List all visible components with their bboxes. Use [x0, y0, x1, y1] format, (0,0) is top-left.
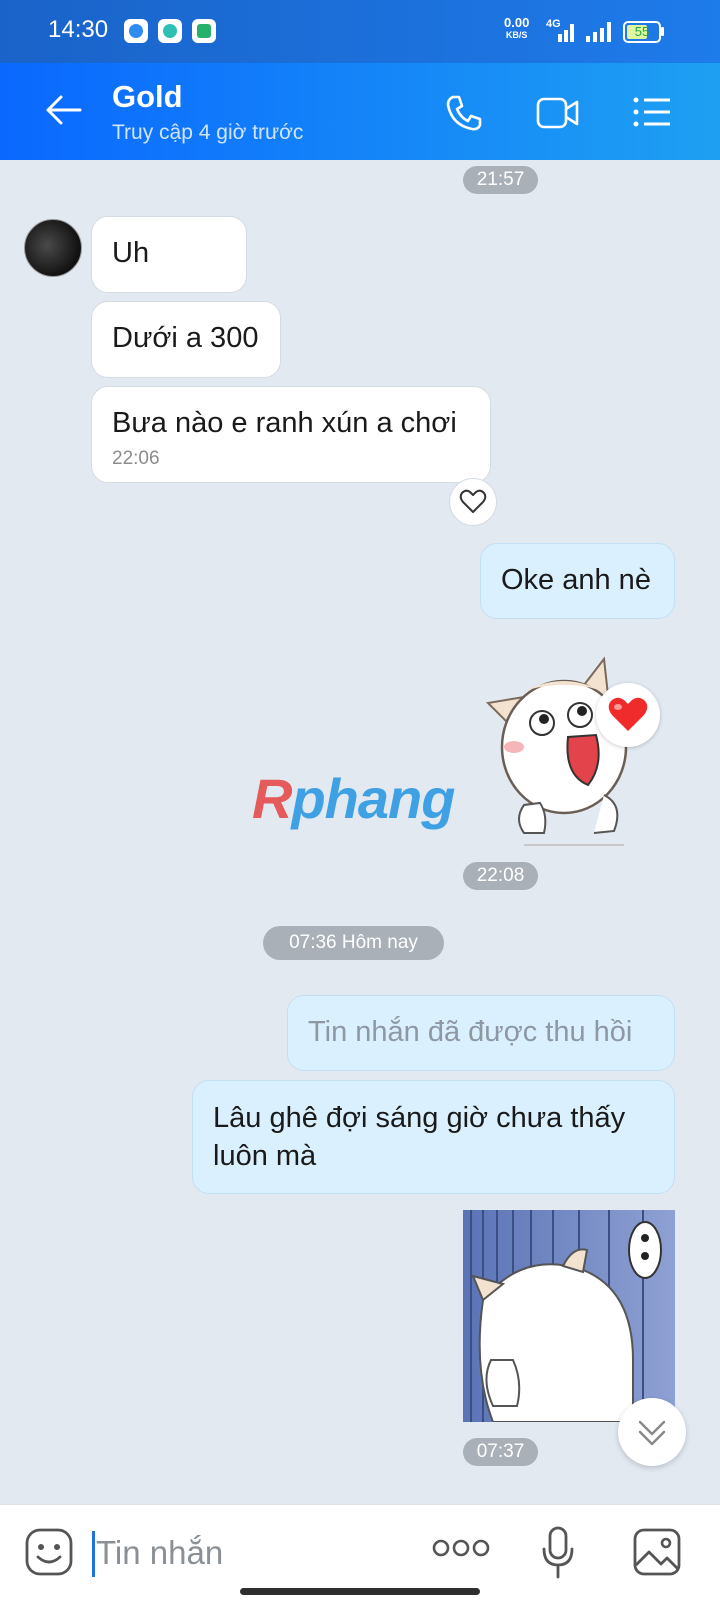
time-divider: 21:57 [463, 166, 538, 194]
contact-avatar[interactable] [24, 219, 82, 277]
video-call-icon[interactable] [536, 96, 580, 130]
received-message[interactable]: Bưa nào e ranh xún a chơi 22:06 [91, 386, 491, 483]
network-speed: 0.00 KB/S [504, 15, 530, 40]
message-text: Oke anh nè [501, 564, 651, 596]
menu-list-icon[interactable] [632, 96, 672, 128]
battery-level: 55 [634, 24, 650, 39]
sticker-icon[interactable] [24, 1527, 74, 1577]
status-bar: 14:30 0.00 KB/S 4G 55 [0, 0, 720, 63]
battery-tip [661, 27, 664, 36]
scroll-to-bottom-button[interactable] [618, 1398, 686, 1466]
message-time: 22:08 [463, 862, 538, 890]
contact-last-seen: Truy cập 4 giờ trước [112, 121, 304, 144]
red-heart-icon [608, 697, 648, 731]
chat-app-icon [158, 19, 182, 43]
cat-shocked-sticker-image [463, 1210, 675, 1422]
recalled-message[interactable]: Tin nhắn đã được thu hồi [287, 995, 675, 1071]
sent-message[interactable]: Oke anh nè [480, 543, 675, 619]
home-indicator [240, 1588, 480, 1595]
security-app-icon [192, 19, 216, 43]
message-time: 07:37 [463, 1438, 538, 1466]
more-options-icon[interactable] [432, 1537, 490, 1559]
chat-header: Gold Truy cập 4 giờ trước [0, 63, 720, 160]
sticker-message[interactable] [463, 1210, 675, 1422]
contact-name[interactable]: Gold [112, 79, 183, 115]
back-arrow-icon[interactable] [44, 93, 82, 127]
reaction-badge[interactable] [596, 683, 660, 747]
heart-outline-icon [459, 489, 487, 513]
message-text: Tin nhắn đã được thu hồi [308, 1016, 633, 1048]
message-text: Bưa nào e ranh xún a chơi [112, 407, 457, 439]
date-divider: 07:36 Hôm nay [263, 926, 444, 960]
double-chevron-down-icon [638, 1420, 666, 1446]
message-time: 22:06 [112, 448, 160, 469]
status-time: 14:30 [48, 16, 109, 43]
sent-message[interactable]: Lâu ghê đợi sáng giờ chưa thấy luôn mà [192, 1080, 675, 1194]
message-input-bar [0, 1504, 720, 1601]
message-text: Dưới a 300 [112, 322, 259, 354]
browser-app-icon [124, 19, 148, 43]
signal-icon [558, 24, 574, 42]
gallery-icon[interactable] [632, 1527, 682, 1577]
message-text: Uh [112, 237, 150, 269]
message-text: Lâu ghê đợi sáng giờ chưa thấy luôn mà [213, 1102, 626, 1172]
message-input[interactable] [92, 1531, 396, 1575]
watermark-logo: Rphang [252, 767, 455, 830]
received-message[interactable]: Uh [91, 216, 247, 293]
react-heart-button[interactable] [449, 478, 497, 526]
signal-2-icon [586, 22, 611, 42]
microphone-icon[interactable] [540, 1525, 576, 1581]
phone-icon[interactable] [444, 93, 484, 133]
received-message[interactable]: Dưới a 300 [91, 301, 281, 378]
battery-icon: 55 [623, 21, 661, 43]
